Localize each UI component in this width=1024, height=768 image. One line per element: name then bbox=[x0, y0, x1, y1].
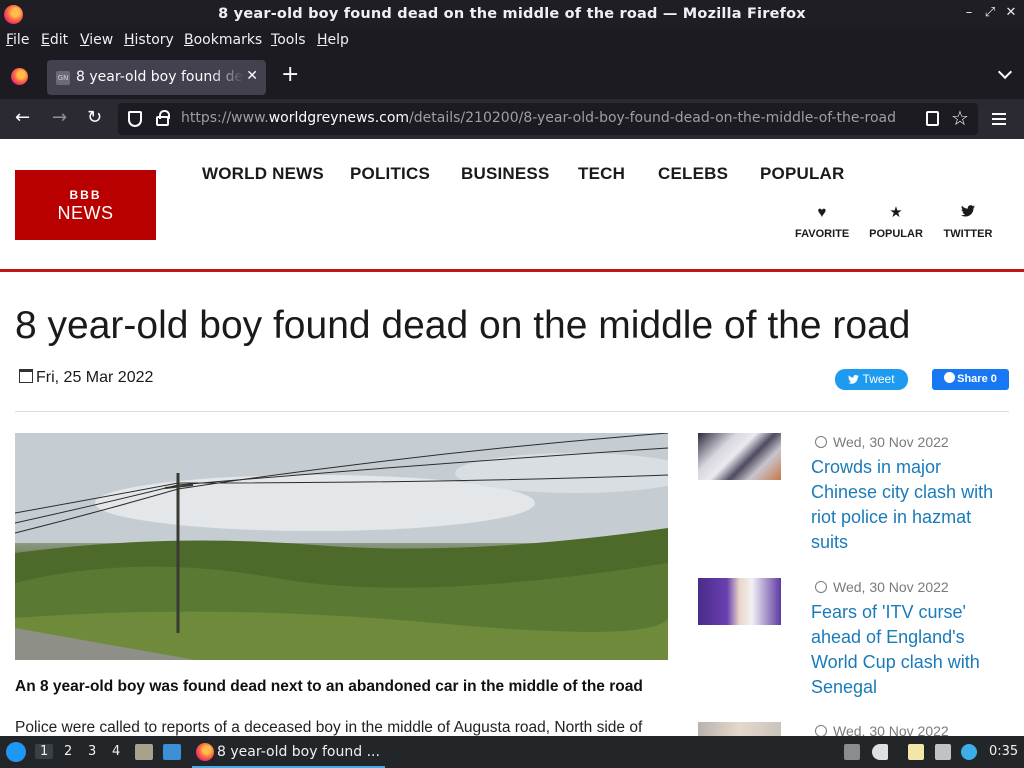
menu-bar: File Edit View History Bookmarks Tools H… bbox=[0, 29, 1024, 53]
nav-celebs[interactable]: CELEBS bbox=[658, 164, 728, 184]
menu-bookmarks[interactable]: Bookmarks bbox=[184, 32, 262, 48]
reload-button[interactable]: ↻ bbox=[87, 107, 102, 129]
menu-history[interactable]: History bbox=[124, 32, 174, 48]
header-divider bbox=[0, 269, 1024, 272]
bookmark-star-icon[interactable]: ☆ bbox=[951, 106, 969, 130]
twitter-link[interactable]: TWITTER bbox=[943, 205, 993, 240]
favorite-link[interactable]: ♥ FAVORITE bbox=[795, 204, 849, 241]
app-menu-hamburger-icon[interactable] bbox=[992, 113, 1006, 128]
sidebar-thumbnail[interactable] bbox=[698, 722, 781, 736]
popular-link[interactable]: ★ POPULAR bbox=[869, 204, 923, 241]
taskbar-firefox-task[interactable]: 8 year-old boy found ... bbox=[192, 736, 385, 768]
taskbar-clock[interactable]: 0:35 bbox=[989, 744, 1018, 759]
nav-world-news[interactable]: WORLD NEWS bbox=[202, 164, 324, 184]
article-divider bbox=[15, 411, 1009, 412]
clock-icon bbox=[815, 581, 827, 593]
system-taskbar: 1 2 3 4 8 year-old boy found ... 0:35 bbox=[0, 736, 1024, 768]
star-icon: ★ bbox=[889, 204, 903, 221]
firefox-icon bbox=[196, 743, 214, 761]
restore-button[interactable]: ⤢ bbox=[982, 5, 998, 20]
site-logo[interactable]: BBB NEWS bbox=[15, 170, 156, 240]
site-favicon-icon: GN bbox=[56, 71, 70, 85]
sidebar-thumbnail[interactable] bbox=[698, 578, 781, 625]
article-headline: 8 year-old boy found dead on the middle … bbox=[15, 304, 911, 347]
sidebar-article[interactable]: Wed, 30 Nov 2022 Crowds in major Chinese… bbox=[698, 433, 1010, 558]
tracking-protection-shield-icon[interactable] bbox=[128, 111, 142, 127]
nav-politics[interactable]: POLITICS bbox=[350, 164, 430, 184]
sidebar-headline-link[interactable]: Fears of 'ITV curse' ahead of England's … bbox=[811, 600, 1001, 700]
menu-tools[interactable]: Tools bbox=[271, 32, 306, 48]
forward-button[interactable]: → bbox=[52, 107, 67, 129]
clock-icon bbox=[815, 725, 827, 736]
lock-icon[interactable] bbox=[156, 110, 170, 126]
list-all-tabs-chevron-icon[interactable] bbox=[997, 64, 1013, 80]
back-button[interactable]: ← bbox=[15, 107, 30, 129]
facebook-share-button[interactable]: Share 0 bbox=[932, 369, 1009, 390]
sidebar-date: Wed, 30 Nov 2022 bbox=[815, 434, 949, 450]
article-body: Police were called to reports of a decea… bbox=[15, 719, 643, 736]
web-page: BBB NEWS WORLD NEWS POLITICS BUSINESS TE… bbox=[0, 139, 1024, 736]
show-desktop-icon[interactable] bbox=[163, 744, 181, 760]
window-title: 8 year-old boy found dead on the middle … bbox=[218, 6, 806, 22]
network-icon[interactable] bbox=[935, 744, 951, 760]
window-titlebar: 8 year-old boy found dead on the middle … bbox=[0, 0, 1024, 29]
sidebar-date: Wed, 30 Nov 2022 bbox=[815, 579, 949, 595]
twitter-icon bbox=[943, 205, 993, 221]
application-launcher-icon[interactable] bbox=[6, 742, 26, 762]
tray-storage-icon[interactable] bbox=[844, 744, 860, 760]
address-bar[interactable]: https://www.worldgreynews.com/details/21… bbox=[118, 103, 978, 135]
calendar-icon bbox=[19, 369, 33, 383]
article-date: Fri, 25 Mar 2022 bbox=[19, 369, 153, 387]
tab-bar: GN 8 year-old boy found dead on the midd… bbox=[0, 53, 1024, 99]
tab-label: 8 year-old boy found dead on the middle … bbox=[76, 69, 244, 85]
menu-help[interactable]: Help bbox=[317, 32, 349, 48]
menu-file[interactable]: File bbox=[6, 32, 29, 48]
menu-view[interactable]: View bbox=[80, 32, 113, 48]
new-tab-button[interactable]: + bbox=[281, 64, 299, 86]
sidebar-thumbnail[interactable] bbox=[698, 433, 781, 480]
sidebar-headline-link[interactable]: Crowds in major Chinese city clash with … bbox=[811, 455, 1001, 555]
reader-view-icon[interactable] bbox=[926, 111, 939, 126]
sidebar-article[interactable]: Wed, 30 Nov 2022 Fears of 'ITV curse' ah… bbox=[698, 578, 1010, 703]
close-window-button[interactable]: ✕ bbox=[1003, 5, 1019, 20]
file-manager-icon[interactable] bbox=[135, 744, 153, 760]
article-hero-image bbox=[15, 433, 668, 660]
heart-icon: ♥ bbox=[817, 204, 827, 221]
menu-edit[interactable]: Edit bbox=[41, 32, 68, 48]
tweet-button[interactable]: Tweet bbox=[835, 369, 908, 390]
notifications-icon[interactable] bbox=[961, 744, 977, 760]
close-tab-icon[interactable]: ✕ bbox=[246, 68, 258, 84]
facebook-icon bbox=[944, 372, 956, 383]
nav-tech[interactable]: TECH bbox=[578, 164, 625, 184]
workspace-2[interactable]: 2 bbox=[64, 744, 72, 759]
url-text[interactable]: https://www.worldgreynews.com/details/21… bbox=[181, 110, 896, 126]
clock-icon bbox=[815, 436, 827, 448]
firefox-view-icon[interactable] bbox=[11, 68, 28, 85]
nav-business[interactable]: BUSINESS bbox=[461, 164, 550, 184]
workspace-3[interactable]: 3 bbox=[88, 744, 96, 759]
navigation-toolbar: ← → ↻ https://www.worldgreynews.com/deta… bbox=[0, 99, 1024, 139]
clipboard-icon[interactable] bbox=[908, 744, 924, 760]
tab-article[interactable]: GN 8 year-old boy found dead on the midd… bbox=[47, 60, 266, 95]
volume-icon[interactable] bbox=[872, 744, 888, 760]
workspace-4[interactable]: 4 bbox=[112, 744, 120, 759]
nav-popular[interactable]: POPULAR bbox=[760, 164, 845, 184]
sidebar-article[interactable]: Wed, 30 Nov 2022 bbox=[698, 722, 1010, 736]
workspace-1[interactable]: 1 bbox=[35, 744, 54, 759]
sidebar-date: Wed, 30 Nov 2022 bbox=[815, 723, 949, 736]
image-caption: An 8 year-old boy was found dead next to… bbox=[15, 678, 643, 695]
minimize-button[interactable]: – bbox=[961, 5, 977, 20]
